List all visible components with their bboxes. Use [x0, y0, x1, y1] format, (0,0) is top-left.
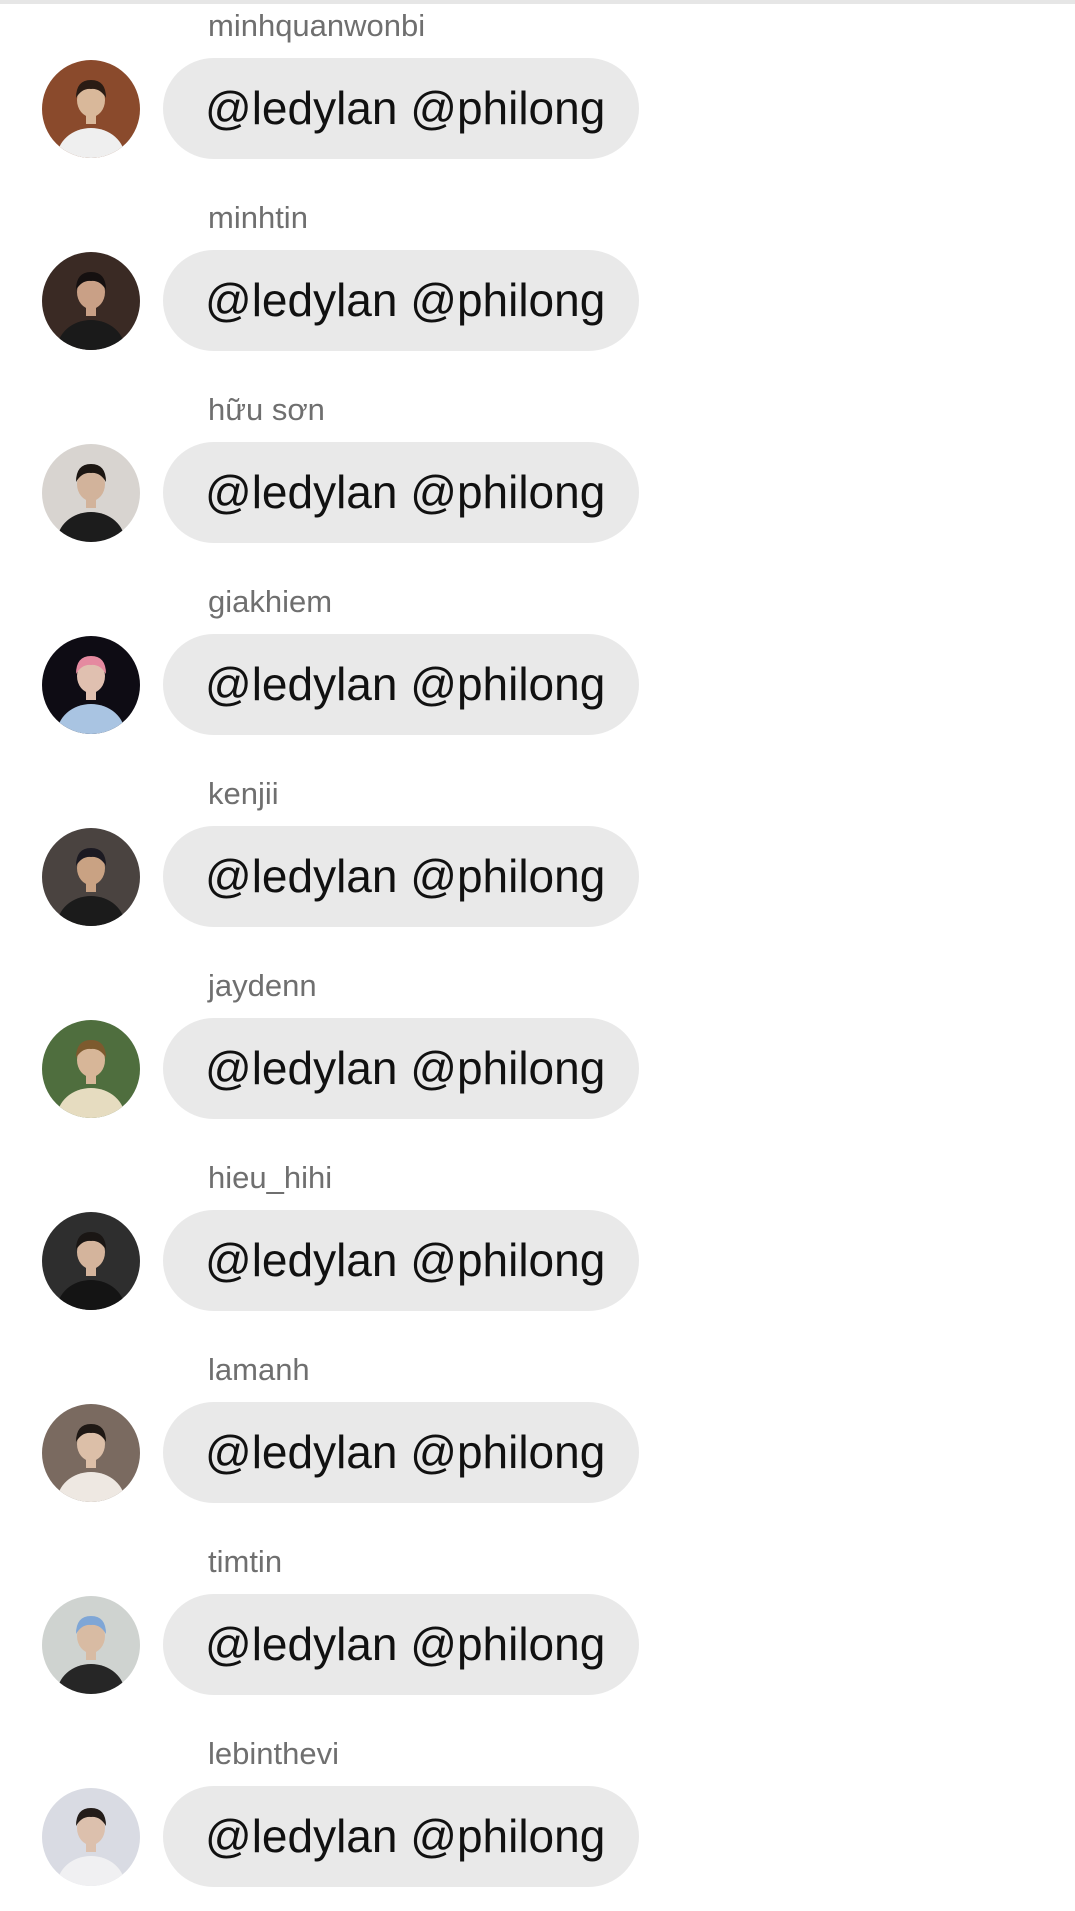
message-bubble[interactable]: @ledylan @philong [163, 1786, 639, 1887]
avatar[interactable] [42, 1020, 140, 1118]
avatar-photo [42, 252, 140, 350]
sender-name: minhtin [208, 200, 308, 235]
message-bubble[interactable]: @ledylan @philong [163, 826, 639, 927]
message-bubble[interactable]: @ledylan @philong [163, 1018, 639, 1119]
message-bubble[interactable]: @ledylan @philong [163, 1210, 639, 1311]
message-bubble[interactable]: @ledylan @philong [163, 442, 639, 543]
message-item: lebinthevi @ledylan @philong [0, 1736, 1075, 1896]
message-item: giakhiem @ledylan @philong [0, 584, 1075, 744]
message-item: jaydenn @ledylan @philong [0, 968, 1075, 1128]
avatar-photo [42, 444, 140, 542]
message-text: @ledylan @philong [205, 1618, 606, 1670]
message-item: minhquanwonbi @ledylan @philong [0, 8, 1075, 168]
sender-name: lebinthevi [208, 1736, 339, 1771]
avatar[interactable] [42, 828, 140, 926]
message-bubble[interactable]: @ledylan @philong [163, 634, 639, 735]
sender-name: lamanh [208, 1352, 310, 1387]
message-bubble[interactable]: @ledylan @philong [163, 250, 639, 351]
sender-name: timtin [208, 1544, 283, 1579]
message-text: @ledylan @philong [205, 82, 606, 134]
avatar-photo [42, 1020, 140, 1118]
avatar-photo [42, 1404, 140, 1502]
message-text: @ledylan @philong [205, 1426, 606, 1478]
avatar-photo [42, 1596, 140, 1694]
message-text: @ledylan @philong [205, 1234, 606, 1286]
message-text: @ledylan @philong [205, 1810, 606, 1862]
sender-name: kenjii [208, 776, 279, 811]
avatar-photo [42, 1212, 140, 1310]
message-text: @ledylan @philong [205, 274, 606, 326]
message-bubble[interactable]: @ledylan @philong [163, 1402, 639, 1503]
message-text: @ledylan @philong [205, 466, 606, 518]
message-bubble[interactable]: @ledylan @philong [163, 58, 639, 159]
avatar-photo [42, 60, 140, 158]
sender-name: hieu_hihi [208, 1160, 333, 1195]
message-text: @ledylan @philong [205, 658, 606, 710]
message-text: @ledylan @philong [205, 850, 606, 902]
top-divider [0, 0, 1075, 4]
message-bubble[interactable]: @ledylan @philong [163, 1594, 639, 1695]
avatar-photo [42, 636, 140, 734]
avatar[interactable] [42, 1596, 140, 1694]
avatar[interactable] [42, 1212, 140, 1310]
sender-name: giakhiem [208, 584, 333, 619]
avatar[interactable] [42, 252, 140, 350]
avatar[interactable] [42, 60, 140, 158]
message-item: kenjii @ledylan @philong [0, 776, 1075, 936]
message-item: hữu sơn @ledylan @philong [0, 392, 1075, 552]
sender-name: hữu sơn [208, 392, 325, 427]
avatar-photo [42, 1788, 140, 1886]
avatar-photo [42, 828, 140, 926]
avatar[interactable] [42, 1788, 140, 1886]
avatar[interactable] [42, 1404, 140, 1502]
sender-name: minhquanwonbi [208, 8, 426, 43]
message-text: @ledylan @philong [205, 1042, 606, 1094]
message-item: minhtin @ledylan @philong [0, 200, 1075, 360]
message-item: lamanh @ledylan @philong [0, 1352, 1075, 1512]
avatar[interactable] [42, 444, 140, 542]
message-item: hieu_hihi @ledylan @philong [0, 1160, 1075, 1320]
message-item: timtin @ledylan @philong [0, 1544, 1075, 1704]
avatar[interactable] [42, 636, 140, 734]
sender-name: jaydenn [208, 968, 317, 1003]
